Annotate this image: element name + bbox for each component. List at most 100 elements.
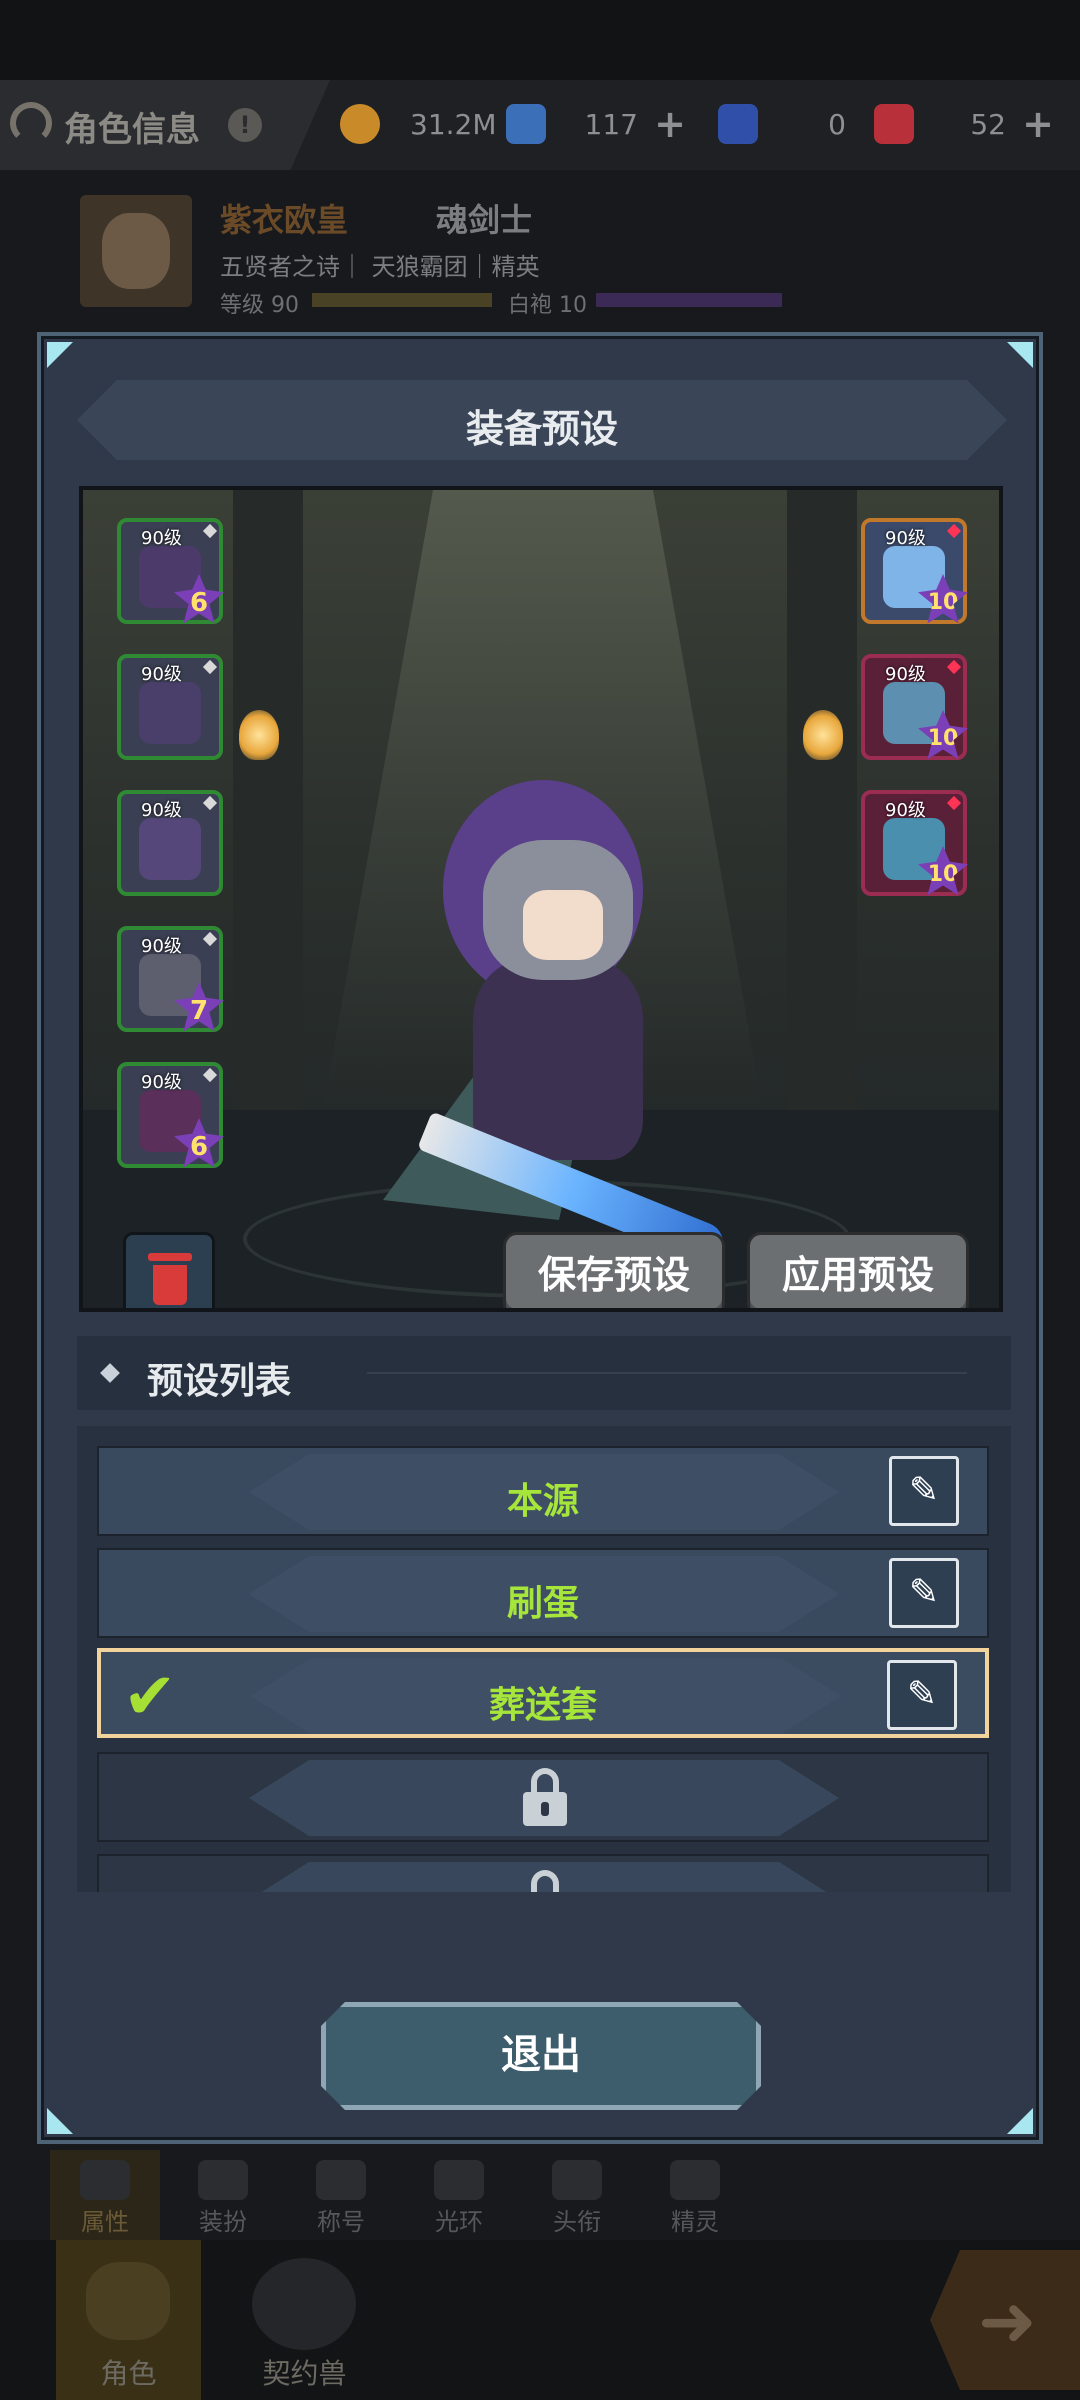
character-preview: 90级 6 90级 90级 90级 7 90级 6 90级 10 90级 10 … [79,486,1003,1312]
equip-slot-ring[interactable]: 90级 10 [861,790,968,896]
gem-icon [202,1067,218,1083]
hero-face [523,890,603,960]
pencil-icon: ✎ [906,1674,938,1715]
equipment-preset-dialog: 装备预设 90级 6 90级 90级 90级 7 90级 6 90级 10 90… [37,332,1043,2144]
preset-list-title: 预设列表 [147,1361,292,1402]
character-card: 紫衣欧皇 魂剑士 五贤者之诗｜ 天狼霸团｜精英 等级 90 白袍 10 [80,195,782,320]
preset-row[interactable]: 本源 ✎ [97,1446,989,1536]
nav-role[interactable]: 角色 [56,2240,201,2400]
crystal-value: 117 [584,108,638,141]
edit-preset-button[interactable]: ✎ [887,1660,957,1730]
white-robe-bar [596,293,782,307]
red-ticket-value: 52 [970,108,1006,141]
corner-ornament [1007,2108,1033,2134]
sub-tabs: 属性 装扮 称号 光环 头衔 精灵 [50,2150,770,2240]
top-bar: 角色信息 ! 31.2M 117 + 0 52 + [0,80,1080,170]
character-info: 五贤者之诗｜ 天狼霸团｜精英 [220,253,540,281]
armor-icon [139,682,201,744]
add-crystal-button[interactable]: + [654,102,686,146]
screen-title-tab: 角色信息 ! [0,80,330,170]
edit-preset-button[interactable]: ✎ [889,1456,959,1526]
preset-row-selected[interactable]: ✔ 葬送套 ✎ [97,1648,989,1738]
lock-icon [521,1768,569,1828]
slot-level: 90级 [141,1072,182,1093]
gem-icon [202,659,218,675]
tab-rank[interactable]: 头衔 [522,2150,632,2240]
hero-body [473,960,643,1160]
tab-title[interactable]: 称号 [286,2150,396,2240]
gem-icon [202,931,218,947]
currency-crystal: 117 + [506,100,690,150]
slot-level: 90级 [141,936,182,957]
equip-slot-armor[interactable]: 90级 [117,654,223,760]
level-label: 等级 90 [220,293,299,318]
legs-icon [139,818,201,880]
lock-icon [521,1870,569,1892]
paw-icon [252,2258,356,2350]
level-bar [312,293,492,307]
currency-blue-ticket: 0 [718,100,856,150]
character-model [383,780,743,1300]
tab-aura[interactable]: 光环 [404,2150,514,2240]
character-icon [10,102,52,144]
character-name: 紫衣欧皇 [220,201,349,239]
pillar [787,490,857,1110]
save-preset-button[interactable]: 保存预设 [503,1232,725,1308]
torch-icon [803,710,843,760]
corner-ornament [47,2108,73,2134]
bottom-nav: 角色 契约兽 [0,2240,1080,2400]
pillar [233,490,303,1110]
delete-preset-button[interactable] [123,1232,215,1308]
dialog-title: 装备预设 [465,407,618,451]
slot-level: 90级 [885,664,926,685]
equip-slot-gloves[interactable]: 90级 7 [117,926,224,1032]
currency-red-ticket: 52 + [874,100,1058,150]
nav-pet[interactable]: 契约兽 [232,2240,377,2400]
next-button[interactable]: ➜ [930,2250,1080,2390]
outfit-icon [198,2160,248,2200]
torch-icon [239,710,279,760]
tab-spirit[interactable]: 精灵 [640,2150,750,2240]
equip-slot-helmet[interactable]: 90级 6 [117,518,224,624]
equip-slot-weapon[interactable]: 90级 10 [861,518,968,624]
status-area [0,0,1080,80]
blue-ticket-icon [718,104,758,144]
avatar [80,195,192,307]
arrow-right-icon: ➜ [978,2280,1037,2362]
edit-preset-button[interactable]: ✎ [889,1558,959,1628]
corner-ornament [47,342,73,368]
screen-title: 角色信息 [64,110,200,150]
preset-name: 刷蛋 [506,1583,579,1624]
gem-icon [946,795,962,811]
attributes-icon [80,2160,130,2200]
red-ticket-icon [874,104,914,144]
slot-level: 90级 [141,528,182,549]
add-red-ticket-button[interactable]: + [1022,102,1054,146]
equip-slot-cape[interactable]: 90级 6 [117,1062,224,1168]
aura-icon [434,2160,484,2200]
preset-name: 本源 [506,1481,579,1522]
gem-icon [202,523,218,539]
tab-attributes[interactable]: 属性 [50,2150,160,2240]
diamond-icon [100,1363,120,1383]
trash-icon [148,1253,192,1305]
preset-row[interactable]: 刷蛋 ✎ [97,1548,989,1638]
preset-list[interactable]: 本源 ✎ 刷蛋 ✎ ✔ 葬送套 ✎ [77,1426,1011,1892]
apply-preset-button[interactable]: 应用预设 [747,1232,969,1308]
slot-level: 90级 [141,664,182,685]
exit-button[interactable]: 退出 [321,2002,761,2110]
preset-list-header: 预设列表 [77,1336,1011,1410]
preset-row-locked[interactable] [97,1752,989,1842]
crown-icon [316,2160,366,2200]
tab-outfit[interactable]: 装扮 [168,2150,278,2240]
preset-row-locked[interactable] [97,1854,989,1892]
gem-icon [946,659,962,675]
slot-level: 90级 [141,800,182,821]
gold-coin-icon [340,104,380,144]
equip-slot-legs[interactable]: 90级 [117,790,223,896]
gem-icon [202,795,218,811]
white-robe-label: 白袍 10 [508,293,587,318]
help-icon[interactable]: ! [228,108,262,142]
preset-name: 葬送套 [488,1685,597,1726]
equip-slot-necklace[interactable]: 90级 10 [861,654,968,760]
